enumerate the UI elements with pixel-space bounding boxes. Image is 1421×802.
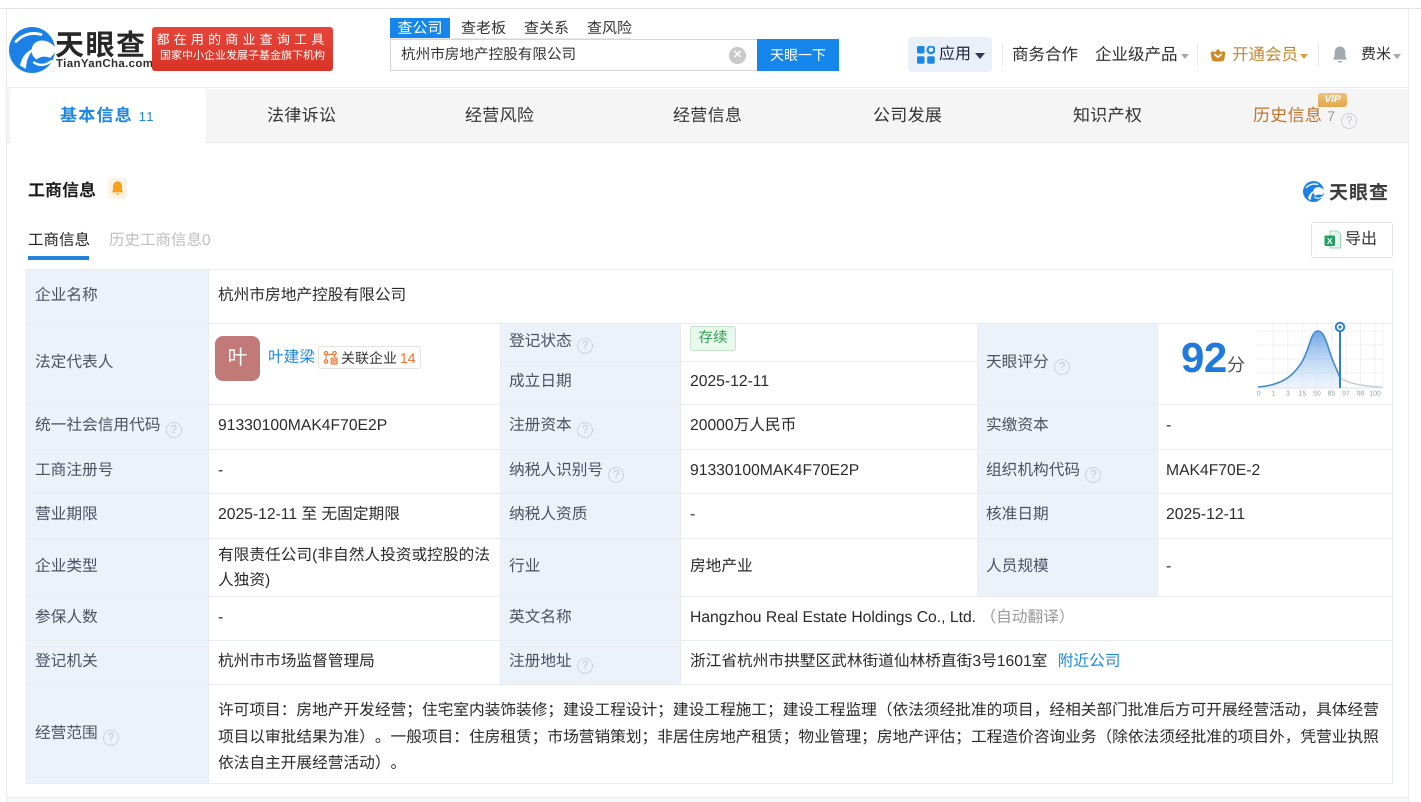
svg-text:3: 3 <box>1286 391 1290 398</box>
svg-text:97: 97 <box>1342 391 1350 398</box>
svg-text:1: 1 <box>1271 391 1275 398</box>
svg-text:85: 85 <box>1328 391 1336 398</box>
svg-text:X: X <box>1327 236 1333 246</box>
svg-text:99: 99 <box>1357 391 1365 398</box>
svg-text:15: 15 <box>1299 391 1307 398</box>
svg-text:0: 0 <box>1257 391 1261 398</box>
svg-text:100: 100 <box>1369 391 1381 398</box>
svg-text:50: 50 <box>1313 391 1321 398</box>
